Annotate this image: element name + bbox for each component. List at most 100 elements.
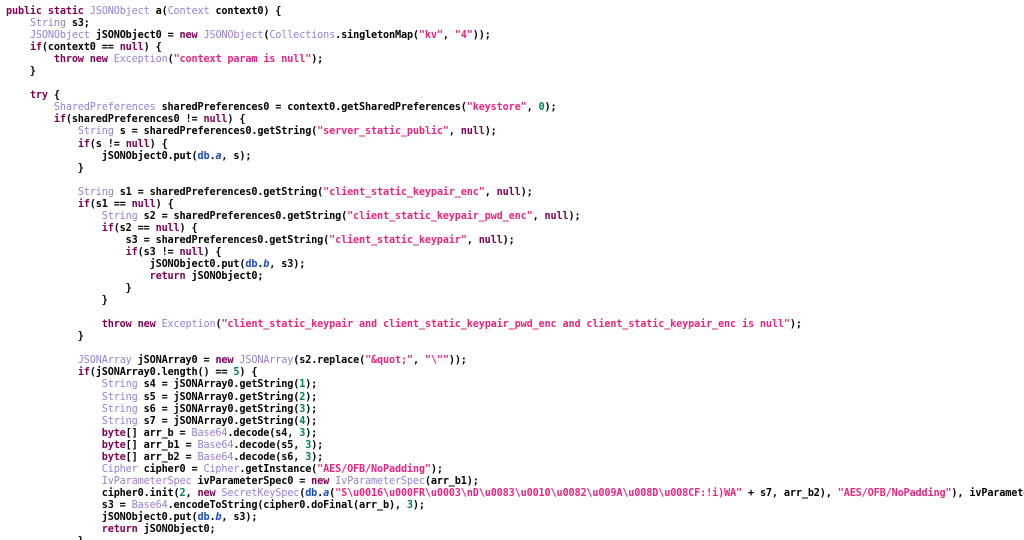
code-token: JSONObject [203,30,264,42]
code-line[interactable]: s3 = Base64.encodeToString(cipher0.doFin… [0,500,1024,512]
code-line[interactable]: IvParameterSpec ivParameterSpec0 = new I… [0,476,1024,488]
code-line[interactable]: if(s != null) { [0,139,1024,151]
code-line[interactable] [0,343,1024,355]
code-token: ivParameterSpec0 = [191,475,312,487]
code-line[interactable] [0,175,1024,187]
code-token: JSONObject [89,6,150,17]
code-line[interactable]: } [0,536,1024,540]
code-line[interactable] [0,78,1024,90]
code-token: if [77,367,90,379]
code-line[interactable]: } [0,163,1024,175]
code-body[interactable]: public static JSONObject a(Context conte… [0,6,1024,540]
code-line[interactable]: } [0,283,1024,295]
code-token: ); [520,186,533,198]
code-token: ); [544,102,557,114]
code-token: null [125,138,150,150]
code-line[interactable]: if(jSONArray0.length() == 5) { [0,367,1024,379]
code-token: Base64 [131,499,168,511]
code-line[interactable] [0,307,1024,319]
code-token: Base64 [191,427,228,439]
code-token: , [532,210,545,222]
code-token: byte [101,427,126,439]
code-line[interactable]: String s1 = sharedPreferences0.getString… [0,187,1024,199]
code-line[interactable]: String s5 = jSONArray0.getString(2); [0,392,1024,404]
code-line[interactable]: String s2 = sharedPreferences0.getString… [0,211,1024,223]
code-token: ); [502,234,515,246]
code-line[interactable]: String s4 = jSONArray0.getString(1); [0,379,1024,391]
code-token: ) { [155,198,174,210]
code-line[interactable]: cipher0.init(2, new SecretKeySpec(db.a("… [0,488,1024,500]
code-token: ); [311,54,324,66]
code-token: a( [149,6,168,17]
code-line[interactable]: } [0,66,1024,78]
code-token: .decode(s4, [227,427,300,439]
code-token: s3 = sharedPreferences0.getString( [6,234,330,246]
code-line[interactable]: String s = sharedPreferences0.getString(… [0,126,1024,138]
code-line[interactable]: if(context0 == null) { [0,42,1024,54]
code-line[interactable]: JSONObject jSONObject0 = new JSONObject(… [0,30,1024,42]
code-line[interactable]: jSONObject0.put(db.b, s3); [0,259,1024,271]
code-token: ); [305,427,318,439]
code-token: "&quot;" [365,355,413,367]
code-token: .decode(s6, [233,451,306,463]
code-token: if [53,114,66,126]
code-token: db [197,511,210,523]
code-token: SecretKeySpec [221,487,300,499]
code-token: jSONObject0.put( [6,150,198,162]
code-token: "kv" [418,30,443,42]
code-line[interactable]: return jSONObject0; [0,271,1024,283]
code-line[interactable]: byte[] arr_b2 = Base64.decode(s6, 3); [0,452,1024,464]
code-line[interactable]: String s3; [0,18,1024,30]
code-token: , s); [221,150,252,162]
code-line[interactable]: public static JSONObject a(Context conte… [0,6,1024,18]
code-token: s1 = sharedPreferences0.getString( [113,186,324,198]
code-token: IvParameterSpec [335,475,425,487]
code-line[interactable]: throw new Exception("context param is nu… [0,54,1024,66]
code-line[interactable]: s3 = sharedPreferences0.getString("clien… [0,235,1024,247]
code-token: ); [789,319,802,331]
code-line[interactable]: if(s1 == null) { [0,199,1024,211]
code-token: if [29,42,42,54]
code-line[interactable]: return jSONObject0; [0,524,1024,536]
code-token: ); [305,379,318,391]
code-token: Cipher [101,463,138,475]
code-token: String [101,391,138,403]
code-viewer[interactable]: public static JSONObject a(Context conte… [0,0,1024,540]
code-line[interactable]: if(s3 != null) { [0,247,1024,259]
code-token: (arr_b1); [424,475,479,487]
code-token: (s1 == [89,198,132,210]
code-line[interactable]: String s6 = jSONArray0.getString(3); [0,404,1024,416]
code-line[interactable]: JSONArray jSONArray0 = new JSONArray(s2.… [0,355,1024,367]
code-line[interactable]: if(sharedPreferences0 != null) { [0,114,1024,126]
code-token: String [77,186,114,198]
code-token: throw new [101,319,162,331]
code-line[interactable]: jSONObject0.put(db.a, s); [0,151,1024,163]
code-line[interactable]: throw new Exception("client_static_keypa… [0,319,1024,331]
code-token: "AES/OFB/NoPadding" [837,487,952,499]
code-line[interactable]: jSONObject0.put(db.b, s3); [0,512,1024,524]
code-token: null [119,42,144,54]
code-token: jSONObject0.put( [6,511,198,523]
code-line[interactable]: byte[] arr_b = Base64.decode(s4, 3); [0,428,1024,440]
code-line[interactable]: String s7 = jSONArray0.getString(4); [0,416,1024,428]
code-line[interactable]: byte[] arr_b1 = Base64.decode(s5, 3); [0,440,1024,452]
code-token: (s != [89,138,126,150]
code-token: ); [305,391,318,403]
code-token: s7 = jSONArray0.getString( [137,415,300,427]
code-token: "keystore" [466,102,527,114]
code-line[interactable]: try { [0,90,1024,102]
code-token: ); [305,403,318,415]
code-token: null [544,210,569,222]
code-line[interactable]: } [0,331,1024,343]
code-line[interactable]: if(s2 == null) { [0,223,1024,235]
code-line[interactable]: Cipher cipher0 = Cipher.getInstance("AES… [0,464,1024,476]
code-line[interactable]: } [0,295,1024,307]
code-token: JSONArray [77,355,132,367]
code-line[interactable]: SharedPreferences sharedPreferences0 = c… [0,102,1024,114]
code-token: return [149,271,186,283]
